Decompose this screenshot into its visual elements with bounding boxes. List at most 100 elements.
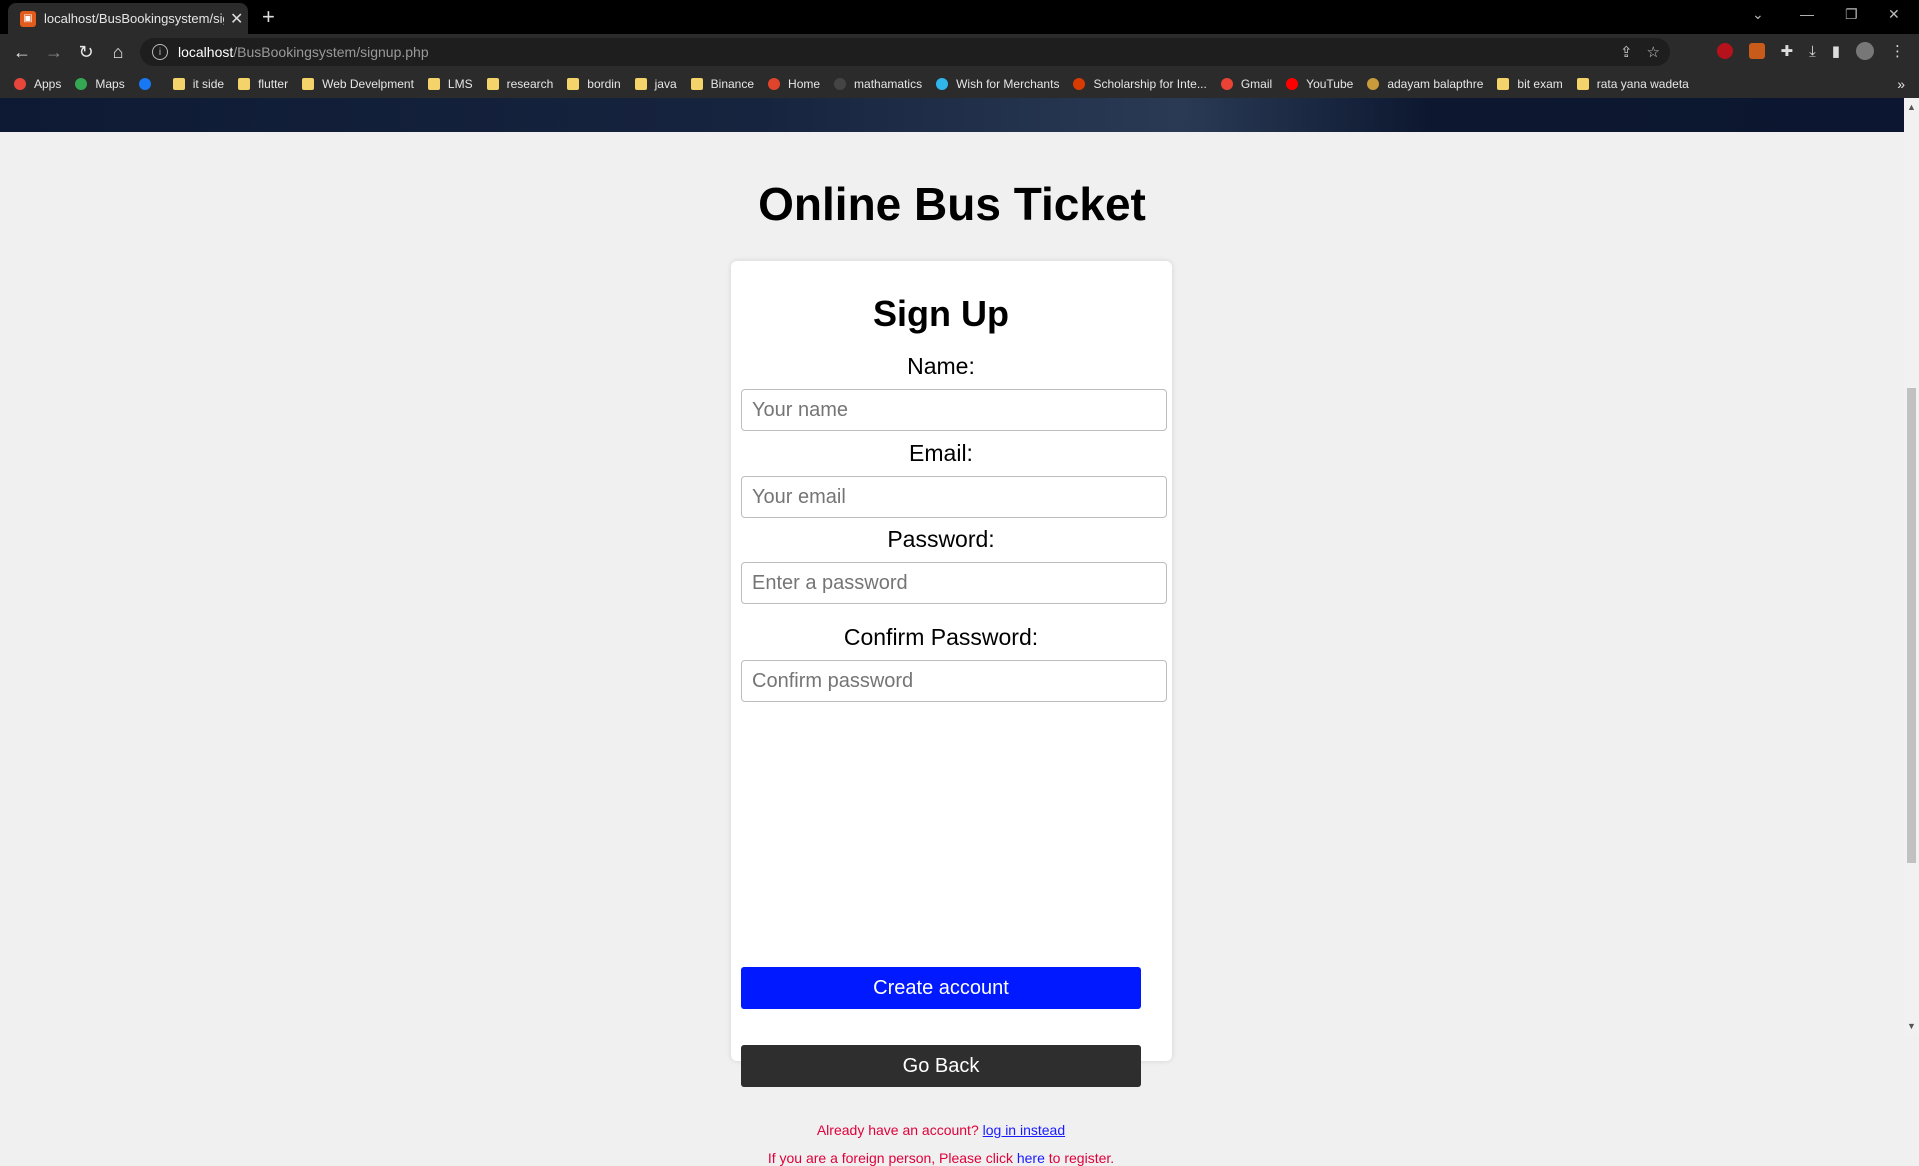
password-label: Password: (887, 526, 995, 552)
new-tab-icon[interactable]: + (262, 4, 275, 30)
browser-tabstrip: ▣ localhost/BusBookingsystem/sig ✕ + ⌄ —… (0, 0, 1919, 34)
address-bar[interactable]: i localhost/BusBookingsystem/signup.php … (140, 38, 1670, 66)
bookmark-item[interactable] (138, 78, 159, 90)
scroll-up-icon[interactable]: ▲ (1907, 102, 1916, 112)
forward-arrow-icon[interactable]: → (38, 42, 70, 63)
folder-icon (302, 78, 315, 90)
signup-card: Sign Up Name: Email: Password: Confirm P… (731, 261, 1172, 1166)
go-back-button[interactable]: Go Back (741, 1045, 1141, 1087)
download-icon[interactable]: ⤓ (1809, 43, 1816, 60)
gmail-icon (1220, 78, 1233, 90)
page-scrollbar[interactable]: ▲ ▼ (1904, 98, 1919, 1035)
bookmark-item[interactable]: Home (768, 77, 820, 91)
bookmark-label: Web Develpment (322, 77, 414, 91)
apps-grid-icon (14, 78, 26, 90)
scroll-down-icon[interactable]: ▼ (1907, 1021, 1916, 1031)
site-info-icon[interactable]: i (152, 44, 168, 60)
youtube-icon (1286, 78, 1299, 90)
folder-icon (690, 78, 703, 90)
bookmark-item[interactable]: Binance (690, 77, 755, 91)
bookmark-item[interactable]: flutter (238, 77, 288, 91)
confirm-password-label: Confirm Password: (843, 624, 1039, 650)
bookmark-item[interactable]: Apps (14, 77, 61, 91)
facebook-icon (138, 78, 151, 90)
bookmark-label: Maps (95, 77, 125, 91)
tab-title: localhost/BusBookingsystem/sig (44, 11, 224, 26)
bookmarks-bar: Apps Maps it side flutter Web Develpment LMS r… (0, 70, 1919, 98)
bookmarks-overflow-icon[interactable]: » (1897, 76, 1905, 92)
menu-kebab-icon[interactable]: ⋮ (1890, 42, 1905, 60)
foreign-prefix-text: If you are a foreign person, Please clic… (767, 1150, 1013, 1166)
page-title: Online Bus Ticket (758, 178, 1146, 230)
reload-icon[interactable]: ↻ (70, 42, 102, 63)
login-link[interactable]: log in instead (983, 1122, 1066, 1138)
folder-icon (238, 78, 251, 90)
folder-icon (427, 78, 440, 90)
folder-icon (567, 78, 580, 90)
bookmark-item[interactable]: Scholarship for Inte... (1073, 77, 1207, 91)
scroll-thumb[interactable] (1907, 388, 1916, 863)
create-account-button[interactable]: Create account (741, 967, 1141, 1009)
foreign-suffix-text: to register. (1048, 1150, 1115, 1166)
minimize-icon[interactable]: — (1800, 6, 1814, 22)
name-input[interactable] (741, 389, 1167, 431)
wish-icon (936, 78, 949, 90)
tab-search-icon[interactable]: ⌄ (1752, 6, 1764, 23)
folder-icon (1576, 78, 1589, 90)
bookmark-item[interactable]: LMS (427, 77, 473, 91)
bookmark-label: bordin (587, 77, 621, 91)
bookmark-label: research (506, 77, 554, 91)
foreign-register-link[interactable]: here (1017, 1150, 1045, 1166)
bookmark-item[interactable]: Maps (75, 77, 125, 91)
folder-icon (1497, 78, 1510, 90)
side-panel-icon[interactable]: ▮ (1832, 42, 1840, 60)
bookmark-label: Apps (34, 77, 62, 91)
home-icon[interactable]: ⌂ (102, 42, 134, 63)
xampp-favicon-icon: ▣ (20, 10, 36, 27)
back-arrow-icon[interactable]: ← (6, 42, 38, 63)
bookmark-item[interactable]: Web Develpment (302, 77, 414, 91)
email-input[interactable] (741, 476, 1167, 518)
bookmark-item[interactable]: YouTube (1286, 77, 1353, 91)
bookmark-item[interactable]: rata yana wadeta (1576, 77, 1689, 91)
bookmark-item[interactable]: java (634, 77, 677, 91)
folder-icon (486, 78, 499, 90)
share-icon[interactable]: ⇪ (1620, 43, 1633, 61)
login-prompt-text: Already have an account? (816, 1122, 979, 1138)
extension-orange-icon[interactable] (1748, 43, 1765, 59)
bookmark-label: Binance (710, 77, 755, 91)
name-label: Name: (907, 353, 975, 379)
github-icon (834, 78, 847, 90)
bookmark-item[interactable]: Gmail (1220, 77, 1273, 91)
bookmark-label: java (654, 77, 677, 91)
bookmark-item[interactable]: Wish for Merchants (936, 77, 1059, 91)
bookmark-label: Wish for Merchants (956, 77, 1060, 91)
bookmark-item[interactable]: bit exam (1497, 77, 1563, 91)
bookmark-item[interactable]: bordin (567, 77, 621, 91)
coin-icon (1367, 78, 1380, 90)
bookmark-item[interactable]: adayam balapthre (1367, 77, 1483, 91)
bookmark-label: rata yana wadeta (1596, 77, 1689, 91)
restore-icon[interactable]: ❐ (1845, 6, 1858, 23)
login-prompt: Already have an account? log in instead (731, 1122, 1151, 1138)
browser-tab[interactable]: ▣ localhost/BusBookingsystem/sig ✕ (8, 3, 248, 34)
folder-icon (172, 78, 185, 90)
folder-icon (634, 78, 647, 90)
close-tab-icon[interactable]: ✕ (230, 9, 243, 29)
password-input[interactable] (741, 562, 1167, 604)
extensions-puzzle-icon[interactable]: ✚ (1781, 42, 1794, 60)
window-close-icon[interactable]: ✕ (1888, 6, 1900, 23)
bookmark-label: bit exam (1517, 77, 1563, 91)
bookmark-star-icon[interactable]: ☆ (1647, 43, 1660, 61)
extension-red-icon[interactable] (1716, 43, 1733, 59)
bookmark-label: Gmail (1240, 77, 1273, 91)
profile-avatar[interactable] (1856, 42, 1874, 60)
bookmark-item[interactable]: it side (172, 77, 224, 91)
bookmark-label: adayam balapthre (1387, 77, 1484, 91)
confirm-password-input[interactable] (741, 660, 1167, 702)
bookmark-label: Home (788, 77, 821, 91)
bookmark-item[interactable]: research (486, 77, 554, 91)
bookmark-label: mathamatics (854, 77, 923, 91)
email-label: Email: (909, 440, 973, 466)
bookmark-item[interactable]: mathamatics (834, 77, 922, 91)
